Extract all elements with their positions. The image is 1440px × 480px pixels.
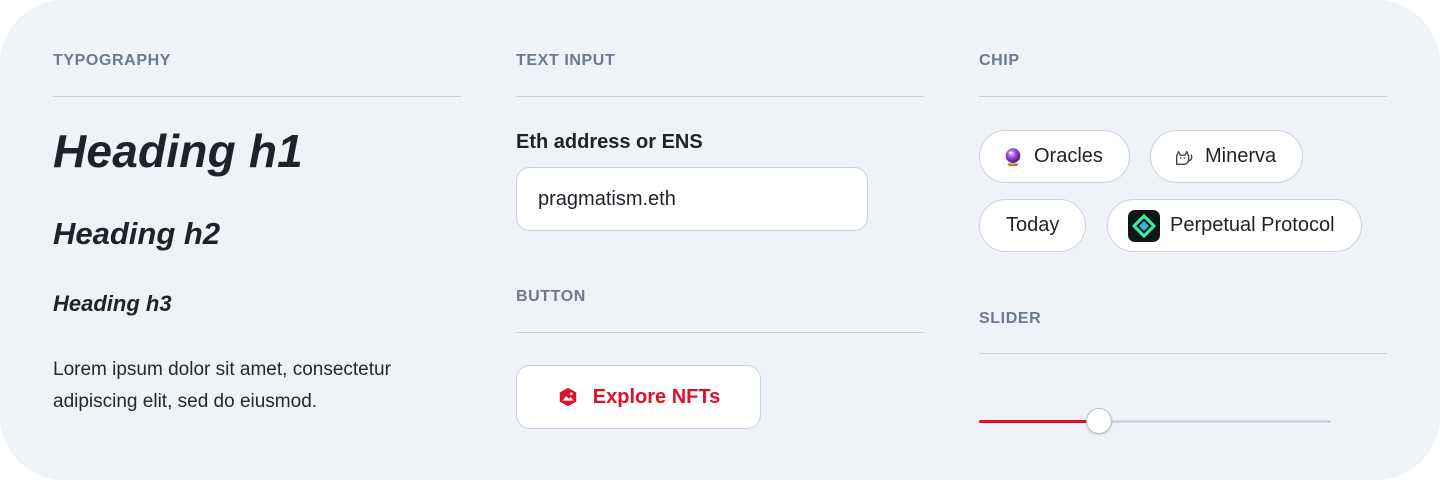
components-card: TYPOGRAPHY Heading h1 Heading h2 Heading…	[0, 0, 1440, 480]
chip-perpetual-protocol-label: Perpetual Protocol	[1170, 214, 1335, 236]
button-divider	[516, 332, 924, 333]
chip-minerva-label: Minerva	[1205, 145, 1277, 167]
chip-minerva[interactable]: Minerva	[1150, 130, 1304, 183]
typography-section-title: TYPOGRAPHY	[53, 52, 172, 69]
cat-icon	[1175, 150, 1193, 165]
crystal-ball-icon	[1005, 147, 1021, 166]
perpetual-protocol-logo-icon	[1128, 209, 1160, 242]
slider-divider	[979, 353, 1387, 354]
eth-address-label: Eth address or ENS	[516, 131, 703, 153]
slider-thumb[interactable]	[1086, 408, 1112, 434]
slider-fill	[979, 420, 1099, 423]
heading-h1: Heading h1	[53, 125, 303, 177]
chip-oracles[interactable]: Oracles	[979, 130, 1130, 183]
nft-frame-icon	[559, 387, 577, 407]
explore-nfts-label: Explore NFTs	[592, 385, 721, 408]
chip-perpetual-protocol[interactable]: Perpetual Protocol	[1107, 199, 1362, 252]
chip-section-title: CHIP	[979, 52, 1020, 69]
slider-section-title: SLIDER	[979, 310, 1042, 327]
slider-track[interactable]	[979, 408, 1331, 434]
text-input-divider	[516, 96, 924, 97]
chip-divider	[979, 96, 1387, 97]
typography-divider	[53, 96, 461, 97]
heading-h3: Heading h3	[53, 291, 172, 316]
heading-h2: Heading h2	[53, 216, 221, 251]
chip-oracles-label: Oracles	[1034, 145, 1103, 167]
chip-today-label: Today	[1006, 214, 1060, 236]
text-input-section-title: TEXT INPUT	[516, 52, 616, 69]
eth-address-input[interactable]	[516, 167, 868, 231]
body-paragraph: Lorem ipsum dolor sit amet, consectetur …	[53, 359, 391, 412]
explore-nfts-button[interactable]: Explore NFTs	[516, 365, 761, 429]
button-section-title: BUTTON	[516, 288, 586, 305]
chip-today[interactable]: Today	[979, 199, 1087, 252]
